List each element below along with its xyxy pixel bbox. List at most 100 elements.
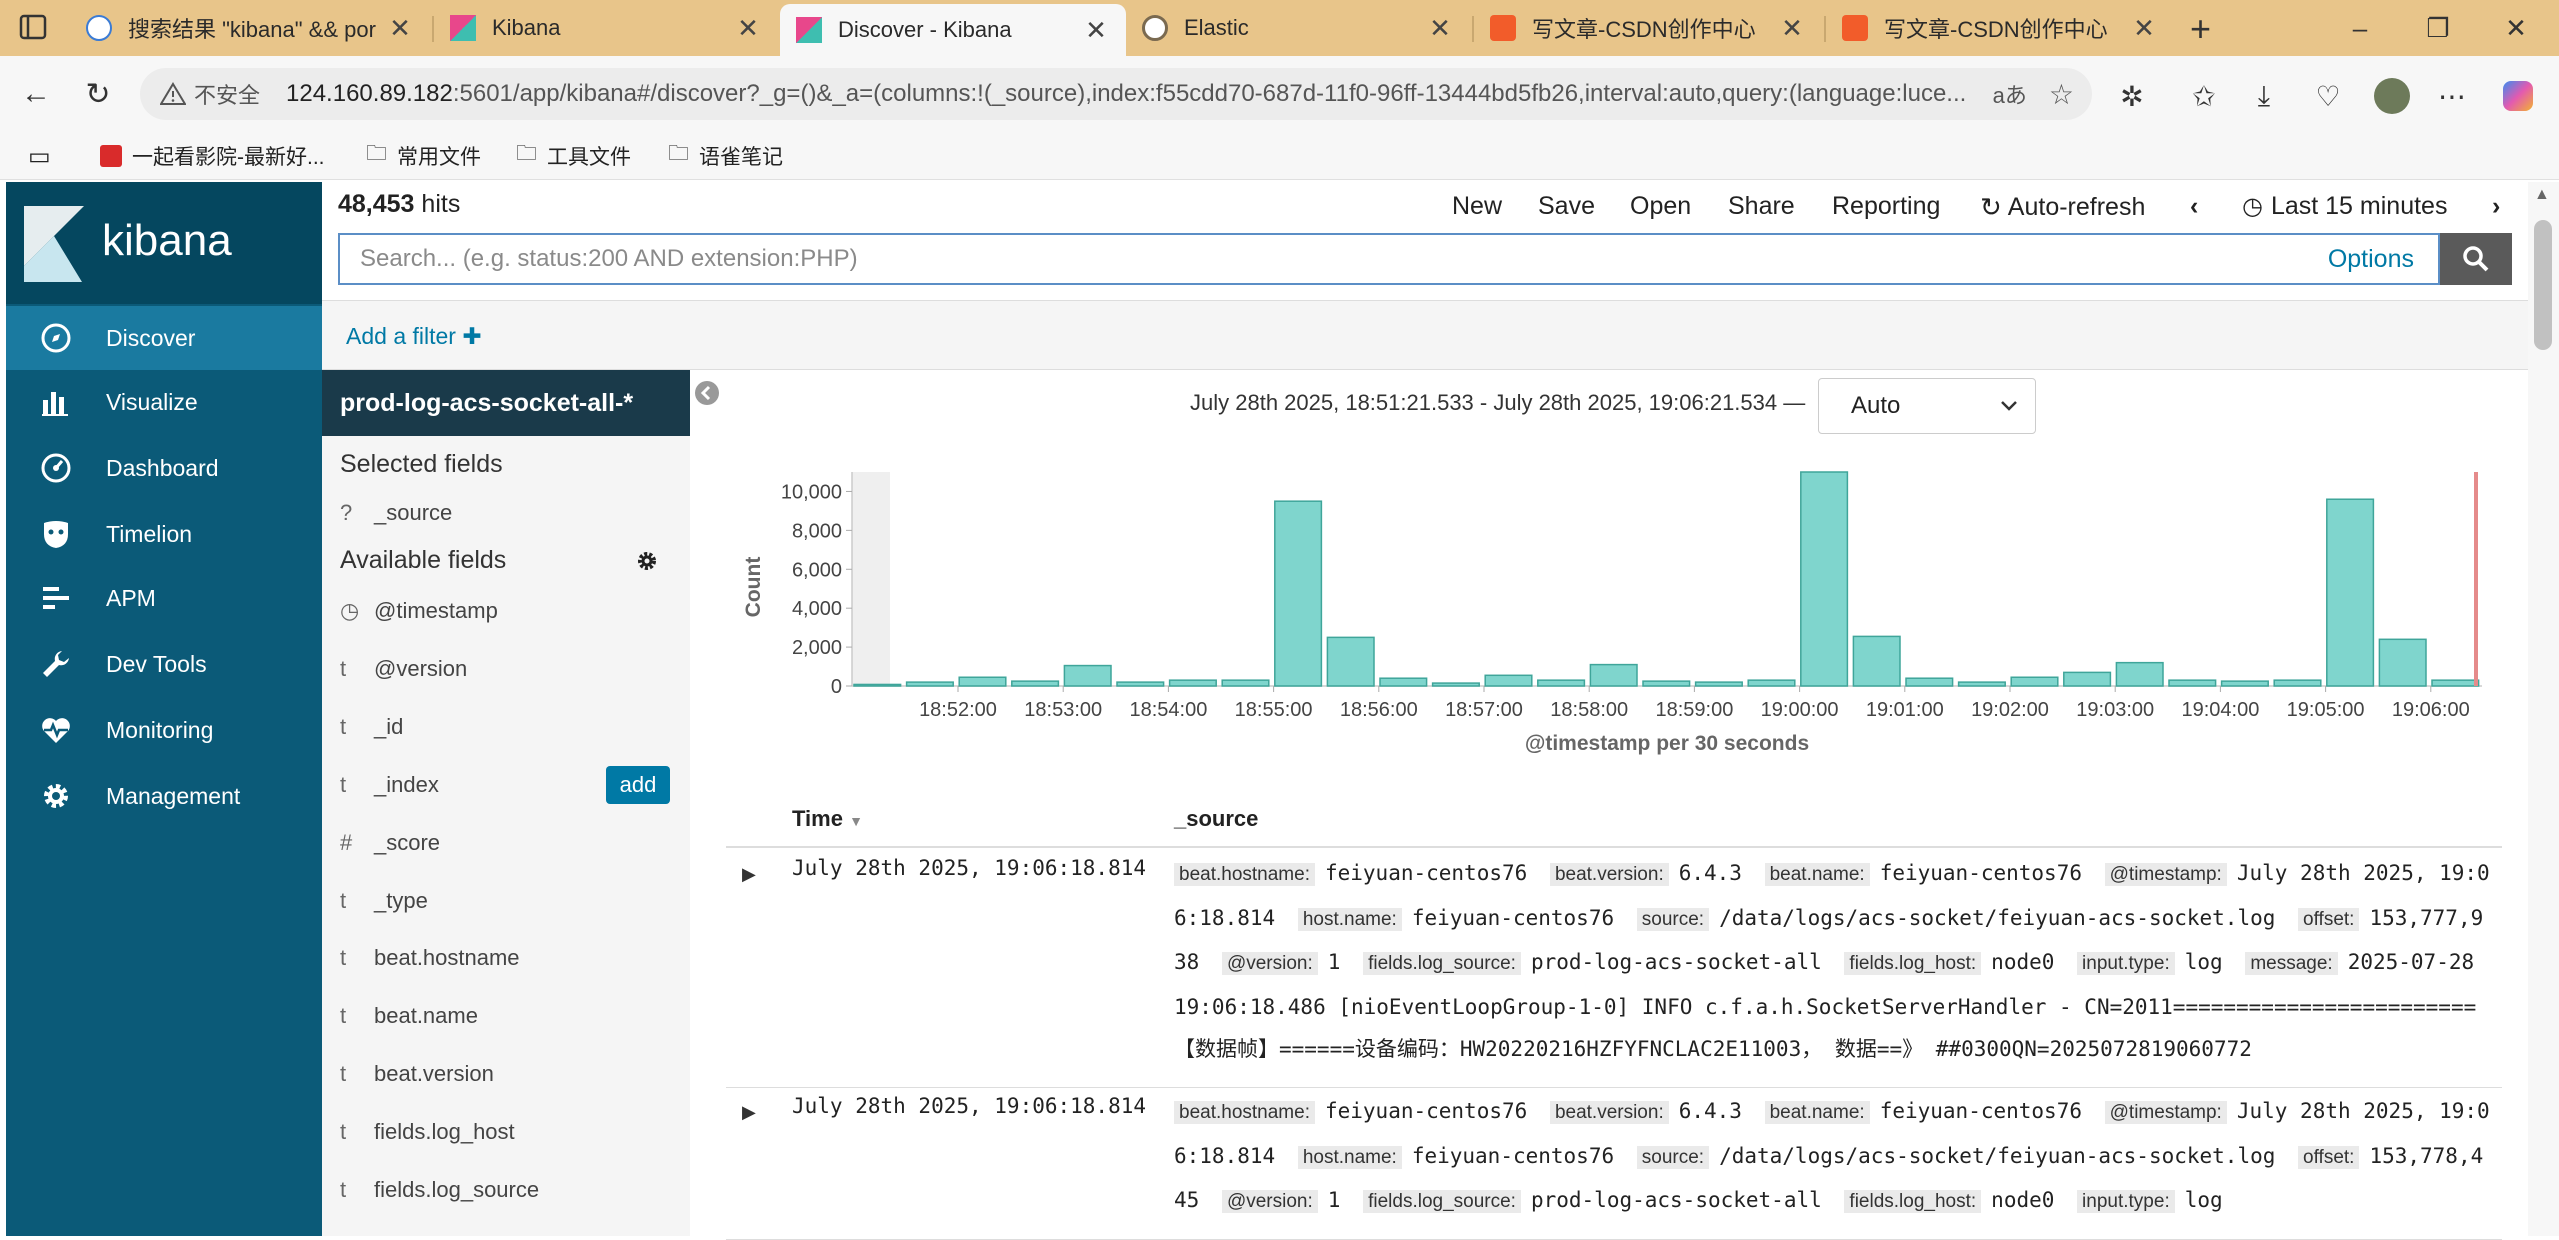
nav-management[interactable]: Management: [6, 764, 322, 828]
close-tab-icon[interactable]: ✕: [1778, 13, 1806, 44]
field-name: @version: [374, 655, 468, 681]
field-item[interactable]: t beat.hostname: [340, 945, 520, 971]
field-item[interactable]: t beat.name: [340, 1003, 478, 1029]
selected-fields-title: Selected fields: [340, 450, 503, 478]
reading-list-icon[interactable]: ▭: [28, 140, 51, 172]
browser-tab-discover[interactable]: Discover - Kibana ✕: [780, 4, 1126, 56]
tab-actions-icon[interactable]: [18, 12, 48, 42]
histogram-bar: [905, 681, 954, 687]
close-tab-icon[interactable]: ✕: [2130, 13, 2158, 44]
nav-visualize[interactable]: Visualize: [6, 370, 322, 434]
nav-monitoring[interactable]: Monitoring: [6, 698, 322, 762]
field-type-string-icon: t: [340, 655, 347, 681]
index-pattern-title[interactable]: prod-log-acs-socket-all-*: [322, 370, 690, 436]
search-input[interactable]: [340, 237, 2328, 281]
share-button[interactable]: Share: [1728, 192, 1795, 221]
save-button[interactable]: Save: [1538, 192, 1595, 221]
options-button[interactable]: Options: [2328, 245, 2414, 274]
kibana-logo[interactable]: kibana: [6, 182, 322, 304]
bookmark-cinema[interactable]: 一起看影院-最新好...: [100, 140, 325, 172]
field-item[interactable]: ? _source: [340, 500, 452, 526]
expand-row-caret-icon[interactable]: ▶: [742, 864, 756, 885]
nav-apm[interactable]: APM: [6, 566, 322, 630]
source-field-value: feiyuan-centos76: [1879, 861, 2082, 885]
time-column-header[interactable]: Time ▼: [792, 806, 863, 832]
histogram-chart[interactable]: 0 2,000 4,000 6,000 8,000 10,000 18:52:00 18:53…: [722, 462, 2522, 762]
read-aloud-icon[interactable]: aあ: [1993, 78, 2027, 110]
field-item[interactable]: t _id: [340, 714, 403, 740]
field-item[interactable]: ◷ @timestamp: [340, 598, 498, 624]
copilot-icon[interactable]: [2498, 76, 2538, 116]
warning-triangle-icon: [160, 82, 186, 105]
search-button[interactable]: [2440, 233, 2512, 285]
source-field-key: host.name:: [1297, 1145, 1402, 1169]
field-item[interactable]: t _type: [340, 888, 428, 914]
reporting-button[interactable]: Reporting: [1832, 192, 1940, 221]
bookmark-folder-tools[interactable]: 🗀 工具文件: [516, 140, 631, 172]
field-item[interactable]: t fields.log_source: [340, 1177, 539, 1203]
health-heart-icon[interactable]: ♡: [2308, 76, 2348, 116]
close-window-icon[interactable]: ✕: [2486, 6, 2546, 50]
close-tab-icon[interactable]: ✕: [1082, 15, 1110, 46]
x-tick-label: 18:59:00: [1655, 699, 1733, 721]
field-settings-gear-icon[interactable]: [636, 550, 658, 572]
time-back-chevron-icon[interactable]: ‹: [2190, 192, 2198, 221]
chevron-down-icon: [2001, 401, 2017, 411]
time-picker-button[interactable]: ◷ Last 15 minutes: [2242, 192, 2447, 221]
favorite-star-icon[interactable]: ☆: [2049, 78, 2074, 111]
downloads-icon[interactable]: ⤓: [2244, 76, 2284, 116]
nav-dashboard[interactable]: Dashboard: [6, 436, 322, 500]
add-field-button[interactable]: add: [606, 766, 670, 804]
browser-tab-csdn-2[interactable]: 写文章-CSDN创作中心 ✕: [1826, 6, 2174, 50]
browser-tab-elastic[interactable]: Elastic ✕: [1126, 6, 1470, 50]
new-tab-icon[interactable]: +: [2190, 8, 2211, 50]
interval-select[interactable]: Auto: [1818, 378, 2036, 434]
refresh-icon: ↻: [1980, 192, 2002, 222]
back-arrow-icon[interactable]: ←: [14, 72, 58, 116]
sort-desc-icon[interactable]: ▼: [849, 813, 863, 829]
favorites-icon[interactable]: ✩: [2184, 76, 2224, 116]
scroll-up-icon[interactable]: ▲: [2534, 186, 2550, 204]
table-row[interactable]: ▶ July 28th 2025, 19:06:18.814 beat.hostna…: [726, 852, 2502, 1088]
kibana-sidebar: kibana Discover Visualize Dashboard Time…: [6, 182, 322, 1236]
reload-icon[interactable]: ↻: [76, 72, 120, 116]
bookmark-folder-yuque[interactable]: 🗀 语雀笔记: [668, 140, 783, 172]
not-secure-indicator[interactable]: 不安全: [160, 78, 260, 110]
minimize-window-icon[interactable]: –: [2330, 6, 2390, 50]
field-item[interactable]: t @version: [340, 656, 467, 682]
add-filter-button[interactable]: Add a filter ✚: [346, 323, 482, 350]
field-item[interactable]: t beat.version: [340, 1061, 494, 1087]
source-field-value: log: [2184, 1188, 2223, 1212]
browser-tab-kibana[interactable]: Kibana ✕: [434, 6, 778, 50]
browser-tab-csdn-1[interactable]: 写文章-CSDN创作中心 ✕: [1474, 6, 1822, 50]
browser-tab-search[interactable]: 搜索结果 "kibana" && por ✕: [70, 6, 430, 50]
time-forward-chevron-icon[interactable]: ›: [2492, 192, 2500, 221]
field-item[interactable]: t _index: [340, 772, 439, 798]
now-marker-line: [2474, 472, 2478, 686]
close-tab-icon[interactable]: ✕: [734, 13, 762, 44]
close-tab-icon[interactable]: ✕: [386, 13, 414, 44]
restore-window-icon[interactable]: ❐: [2408, 6, 2468, 50]
bookmark-folder-common[interactable]: 🗀 常用文件: [366, 140, 481, 172]
extensions-puzzle-icon[interactable]: ✲: [2112, 76, 2152, 116]
filter-bar: [322, 300, 2528, 370]
table-row[interactable]: ▶ July 28th 2025, 19:06:18.814 beat.hostna…: [726, 1090, 2502, 1240]
source-field-key: fields.log_source:: [1363, 952, 1521, 975]
open-button[interactable]: Open: [1630, 192, 1691, 221]
auto-refresh-button[interactable]: ↻ Auto-refresh: [1980, 192, 2145, 223]
field-type-number-icon: #: [340, 829, 353, 855]
profile-avatar[interactable]: [2372, 76, 2412, 116]
nav-dev-tools[interactable]: Dev Tools: [6, 632, 322, 696]
new-button[interactable]: New: [1452, 192, 1502, 221]
url-field[interactable]: 不安全 124.160.89.182:5601/app/kibana#/disc…: [140, 68, 2092, 120]
field-item[interactable]: # _score: [340, 830, 440, 856]
nav-timelion[interactable]: Timelion: [6, 502, 322, 566]
collapse-sidebar-icon[interactable]: [694, 380, 720, 406]
more-menu-icon[interactable]: ⋯: [2432, 76, 2472, 116]
source-field-key: input.type:: [2077, 952, 2175, 975]
close-tab-icon[interactable]: ✕: [1426, 13, 1454, 44]
nav-discover[interactable]: Discover: [6, 306, 322, 370]
scrollbar-thumb[interactable]: [2534, 220, 2552, 350]
expand-row-caret-icon[interactable]: ▶: [742, 1102, 756, 1123]
field-item[interactable]: t fields.log_host: [340, 1119, 515, 1145]
